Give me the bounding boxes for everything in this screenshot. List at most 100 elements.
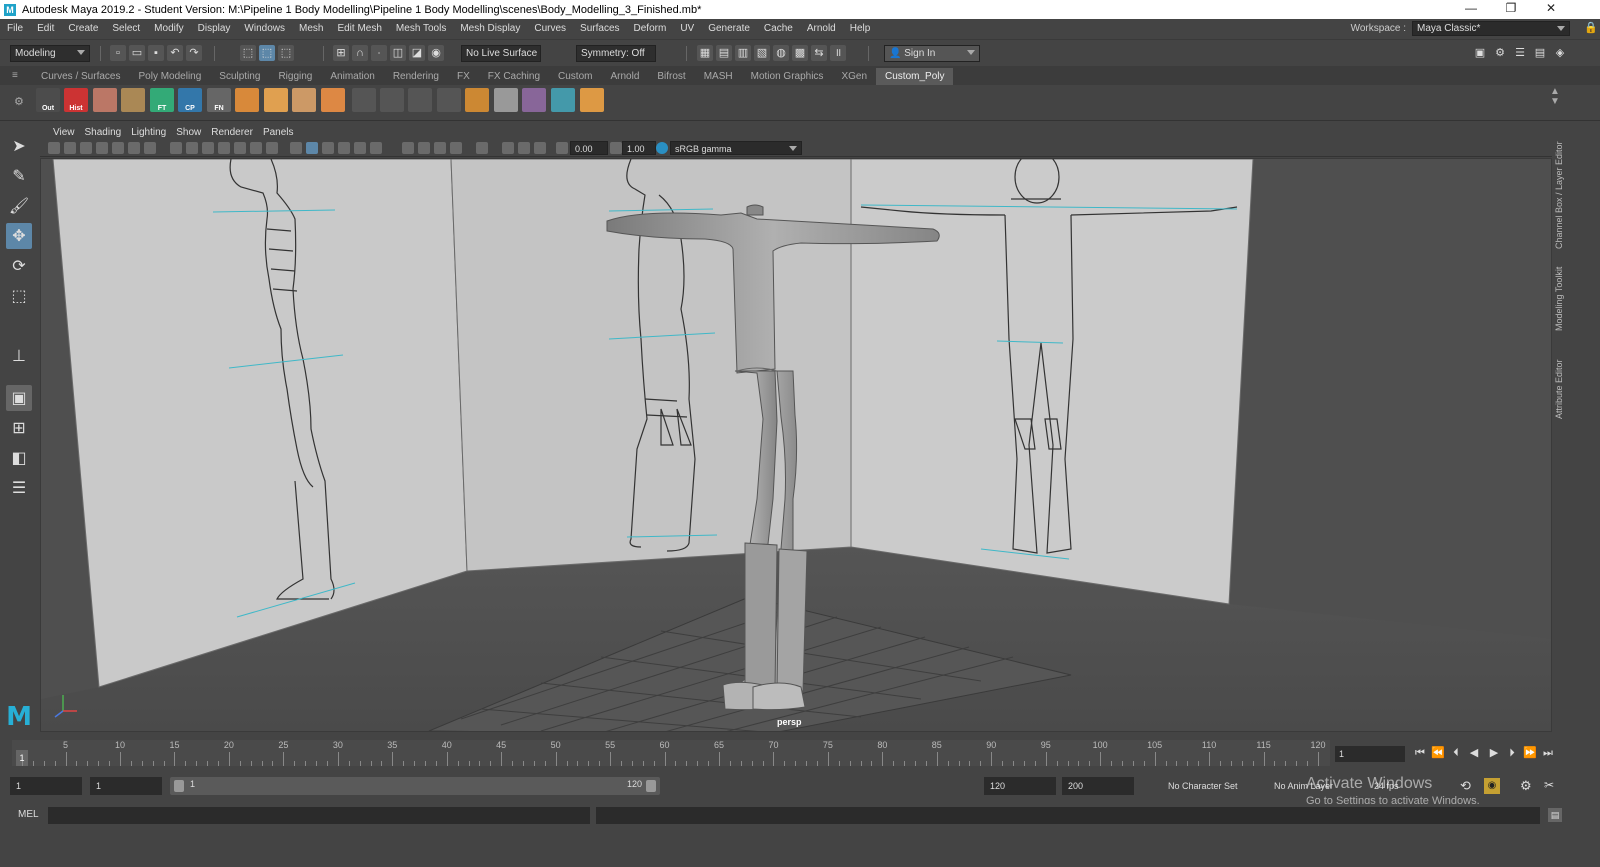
- isolate-select-icon[interactable]: [476, 142, 488, 154]
- shelf-combine-icon[interactable]: [321, 88, 345, 112]
- channel-box-tab[interactable]: Channel Box / Layer Editor: [1554, 131, 1566, 249]
- save-scene-icon[interactable]: ▪: [148, 45, 164, 61]
- animation-prefs-icon[interactable]: ⚙: [1520, 778, 1532, 794]
- minimize-button[interactable]: —: [1454, 0, 1488, 19]
- snap-view-icon[interactable]: ◫: [390, 45, 406, 61]
- smooth-shade-icon[interactable]: [306, 142, 318, 154]
- snap-point-icon[interactable]: ∙: [371, 45, 387, 61]
- script-editor-icon[interactable]: ▤: [1548, 808, 1562, 822]
- grid-toggle-icon[interactable]: [144, 142, 156, 154]
- image-plane-icon[interactable]: [96, 142, 108, 154]
- shelf-out-icon[interactable]: Out: [36, 88, 60, 112]
- panel-menu-panels[interactable]: Panels: [258, 127, 299, 138]
- gamma-field[interactable]: 1.00: [622, 141, 656, 155]
- snap-grid-icon[interactable]: ⊞: [333, 45, 349, 61]
- menu-mesh-tools[interactable]: Mesh Tools: [389, 23, 453, 34]
- shelf-tab-arnold[interactable]: Arnold: [601, 68, 648, 85]
- shelf-hist-icon[interactable]: Hist: [64, 88, 88, 112]
- mel-input[interactable]: [48, 807, 590, 824]
- two-view-layout-icon[interactable]: ◧: [6, 445, 32, 471]
- safe-title-icon[interactable]: [250, 142, 262, 154]
- play-backwards-icon[interactable]: ◀: [1466, 745, 1482, 761]
- bookmarks-icon[interactable]: [80, 142, 92, 154]
- shelf-tab-custom[interactable]: Custom: [549, 68, 601, 85]
- play-forwards-icon[interactable]: ▶: [1486, 745, 1502, 761]
- wireframe-icon[interactable]: [266, 142, 278, 154]
- default-material-icon[interactable]: [322, 142, 334, 154]
- shelf-tab-xgen[interactable]: XGen: [832, 68, 876, 85]
- lights-icon[interactable]: [354, 142, 366, 154]
- four-view-layout-icon[interactable]: ⊞: [6, 415, 32, 441]
- panel-menu-show[interactable]: Show: [171, 127, 206, 138]
- toggle-attribute-editor-icon[interactable]: ⚙: [1492, 45, 1508, 61]
- shelf-sculpt-icon[interactable]: [551, 88, 575, 112]
- playback-start-field[interactable]: 1: [90, 777, 162, 795]
- menu-deform[interactable]: Deform: [627, 23, 674, 34]
- menu-mesh[interactable]: Mesh: [292, 23, 330, 34]
- ambient-occlusion-icon[interactable]: [402, 142, 414, 154]
- shelf-extrude-icon[interactable]: [235, 88, 259, 112]
- depth-of-field-icon[interactable]: [450, 142, 462, 154]
- shelf-tab-fx-caching[interactable]: FX Caching: [479, 68, 549, 85]
- menu-edit[interactable]: Edit: [30, 23, 61, 34]
- menu-create[interactable]: Create: [61, 23, 105, 34]
- xray-components-icon[interactable]: [534, 142, 546, 154]
- scene-end-field[interactable]: 200: [1062, 777, 1134, 795]
- shelf-tab-curves-surfaces[interactable]: Curves / Surfaces: [32, 68, 129, 85]
- exposure-icon[interactable]: [556, 142, 568, 154]
- hypershade-icon[interactable]: ◍: [773, 45, 789, 61]
- new-scene-icon[interactable]: ▫: [110, 45, 126, 61]
- shelf-tab-bifrost[interactable]: Bifrost: [648, 68, 694, 85]
- menu-set-dropdown[interactable]: Modeling: [10, 45, 90, 62]
- render-view-icon[interactable]: ▦: [697, 45, 713, 61]
- step-forward-key-icon[interactable]: ⏩: [1522, 745, 1538, 761]
- render-sequence-icon[interactable]: ⇆: [811, 45, 827, 61]
- step-back-key-icon[interactable]: ⏪: [1430, 745, 1446, 761]
- current-frame-field[interactable]: 1: [1335, 746, 1405, 762]
- toggle-channel-box-icon[interactable]: ▤: [1532, 45, 1548, 61]
- color-management-icon[interactable]: [656, 142, 668, 154]
- menu-select[interactable]: Select: [105, 23, 147, 34]
- shelf-normals-icon[interactable]: FN: [207, 88, 231, 112]
- shelf-freeze-transform-icon[interactable]: FT: [150, 88, 174, 112]
- scale-tool-icon[interactable]: ⬚: [6, 283, 32, 309]
- shelf-tab-poly-modeling[interactable]: Poly Modeling: [129, 68, 210, 85]
- shelf-tab-custom-poly[interactable]: Custom_Poly: [876, 68, 954, 85]
- select-camera-icon[interactable]: [48, 142, 60, 154]
- shelf-grid-icon[interactable]: [121, 88, 145, 112]
- lock-icon[interactable]: 🔒: [1584, 21, 1598, 34]
- gamma-icon[interactable]: [610, 142, 622, 154]
- ipr-render-icon[interactable]: ▥: [735, 45, 751, 61]
- shelf-tab-mash[interactable]: MASH: [695, 68, 742, 85]
- menu-surfaces[interactable]: Surfaces: [573, 23, 626, 34]
- select-components-icon[interactable]: ⬚: [278, 45, 294, 61]
- rotate-tool-icon[interactable]: ⟳: [6, 253, 32, 279]
- auto-key-icon[interactable]: ◉: [1484, 778, 1500, 794]
- move-tool-icon[interactable]: ✥: [6, 223, 32, 249]
- panel-menu-lighting[interactable]: Lighting: [126, 127, 171, 138]
- range-end-handle[interactable]: [646, 780, 656, 792]
- menu-windows[interactable]: Windows: [237, 23, 292, 34]
- shelf-lattice-icon[interactable]: [522, 88, 546, 112]
- pause-icon[interactable]: ॥: [830, 45, 846, 61]
- shelf-target-weld-icon[interactable]: [437, 88, 461, 112]
- camera-attributes-icon[interactable]: [64, 142, 76, 154]
- snap-surface-icon[interactable]: ◪: [409, 45, 425, 61]
- motion-blur-icon[interactable]: [418, 142, 430, 154]
- render-frame-icon[interactable]: ▤: [716, 45, 732, 61]
- panel-menu-shading[interactable]: Shading: [80, 127, 127, 138]
- range-start-handle[interactable]: [174, 780, 184, 792]
- xray-joints-icon[interactable]: [518, 142, 530, 154]
- exposure-field[interactable]: 0.00: [570, 141, 608, 155]
- toggle-tool-settings-icon[interactable]: ☰: [1512, 45, 1528, 61]
- menu-modify[interactable]: Modify: [147, 23, 190, 34]
- arnold-render-icon[interactable]: ▩: [792, 45, 808, 61]
- panel-menu-view[interactable]: View: [48, 127, 80, 138]
- panel-menu-renderer[interactable]: Renderer: [206, 127, 258, 138]
- scene-start-field[interactable]: 1: [10, 777, 82, 795]
- menu-generate[interactable]: Generate: [701, 23, 757, 34]
- menu-file[interactable]: File: [0, 23, 30, 34]
- undo-icon[interactable]: ↶: [167, 45, 183, 61]
- menu-uv[interactable]: UV: [673, 23, 701, 34]
- restore-button[interactable]: ❐: [1494, 0, 1528, 19]
